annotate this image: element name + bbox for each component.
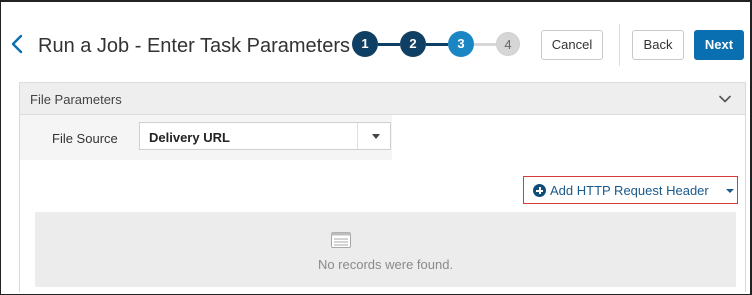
next-button[interactable]: Next	[694, 30, 744, 60]
select-divider	[357, 123, 358, 149]
caret-down-icon[interactable]	[372, 134, 380, 139]
back-button[interactable]: Back	[632, 30, 684, 60]
add-http-request-header-label: Add HTTP Request Header	[550, 183, 709, 198]
step-1: 1	[352, 31, 378, 57]
list-icon	[331, 232, 351, 248]
page-title: Run a Job - Enter Task Parameters	[38, 35, 350, 57]
step-connector	[474, 43, 498, 46]
step-connector	[378, 43, 400, 46]
file-source-label: File Source	[52, 131, 118, 146]
plus-circle-icon	[533, 184, 546, 197]
wizard-steps: 1 2 3 4	[352, 31, 522, 57]
file-source-select[interactable]: Delivery URL	[139, 122, 391, 150]
cancel-button[interactable]: Cancel	[541, 30, 603, 60]
file-source-row: File Source Delivery URL	[20, 115, 392, 160]
back-chevron-icon[interactable]	[10, 34, 24, 54]
empty-message: No records were found.	[317, 257, 454, 272]
step-connector	[426, 43, 448, 46]
step-2: 2	[400, 31, 426, 57]
add-http-request-header-button[interactable]: Add HTTP Request Header	[523, 176, 738, 204]
empty-records-area: No records were found.	[35, 212, 736, 287]
page-header: Run a Job - Enter Task Parameters 1 2 3 …	[0, 2, 750, 82]
step-4: 4	[496, 32, 520, 56]
step-3: 3	[448, 31, 474, 57]
section-title: File Parameters	[30, 92, 122, 107]
header-divider	[619, 24, 620, 66]
file-parameters-section: File Parameters File Source Delivery URL…	[19, 82, 746, 292]
section-header[interactable]: File Parameters	[20, 82, 745, 115]
caret-down-icon	[726, 189, 734, 193]
file-source-value: Delivery URL	[149, 130, 230, 145]
chevron-down-icon[interactable]	[719, 95, 731, 103]
